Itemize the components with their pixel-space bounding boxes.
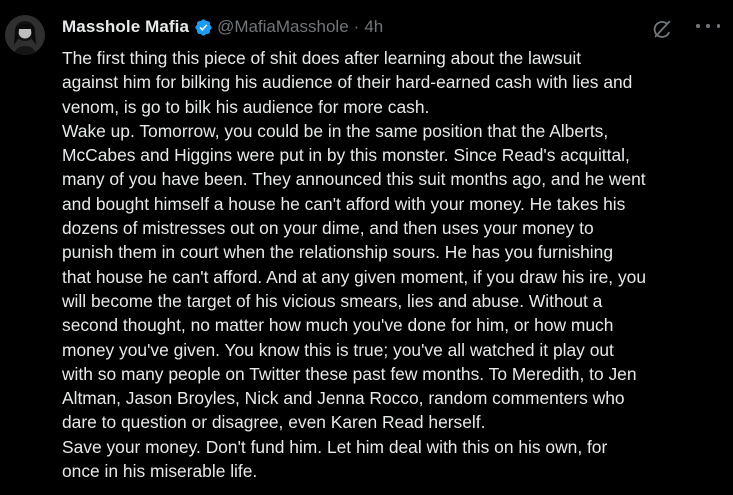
- tweet-text-line: McCabes and Higgins were put in by this …: [62, 145, 630, 166]
- more-dot: [696, 24, 700, 28]
- tweet-text-line: that house he can't afford. And at any g…: [62, 266, 646, 287]
- tweet-text-line: venom, is go to bilk his audience for mo…: [62, 96, 430, 117]
- tweet-text-line: second thought, no matter how much you'v…: [62, 315, 614, 336]
- tweet-text-line: Altman, Jason Broyles, Nick and Jenna Ro…: [62, 388, 625, 409]
- tweet: Masshole Mafia @MafiaMasshole · 4h The f…: [0, 0, 733, 495]
- more-dot: [706, 24, 710, 28]
- grok-icon[interactable]: [651, 18, 673, 40]
- more-options-icon[interactable]: [696, 16, 720, 36]
- tweet-text-line: and bought himself a house he can't affo…: [62, 193, 626, 214]
- tweet-text-line: Save your money. Don't fund him. Let him…: [62, 436, 608, 457]
- tweet-text-line: punish them in court when the relationsh…: [62, 242, 614, 263]
- user-handle[interactable]: @MafiaMasshole: [217, 17, 349, 37]
- tweet-text-line: money you've given. You know this is tru…: [62, 339, 614, 360]
- avatar-image: [5, 15, 45, 55]
- tweet-text-line: The first thing this piece of shit does …: [62, 48, 582, 68]
- tweet-text-line: dozens of mistresses out on your dime, a…: [62, 218, 594, 239]
- tweet-text-line: against him for bilking his audience of …: [62, 72, 633, 93]
- display-name[interactable]: Masshole Mafia: [62, 17, 189, 37]
- separator-dot: ·: [353, 17, 360, 36]
- tweet-text-line: will become the target of his vicious sm…: [62, 290, 603, 311]
- tweet-header: Masshole Mafia @MafiaMasshole · 4h: [62, 14, 383, 40]
- timestamp[interactable]: 4h: [364, 17, 383, 37]
- avatar[interactable]: [5, 15, 45, 55]
- tweet-text-line: once in his miserable life.: [62, 461, 258, 482]
- tweet-text-line: many of you have been. They announced th…: [62, 169, 646, 190]
- tweet-text-line: dare to question or disagree, even Karen…: [62, 412, 486, 433]
- tweet-text: The first thing this piece of shit does …: [62, 46, 730, 483]
- more-dot: [716, 24, 720, 28]
- verified-badge-icon: [194, 18, 213, 37]
- tweet-text-line: Wake up. Tomorrow, you could be in the s…: [62, 120, 609, 141]
- tweet-text-line: with so many people on Twitter these pas…: [62, 363, 637, 384]
